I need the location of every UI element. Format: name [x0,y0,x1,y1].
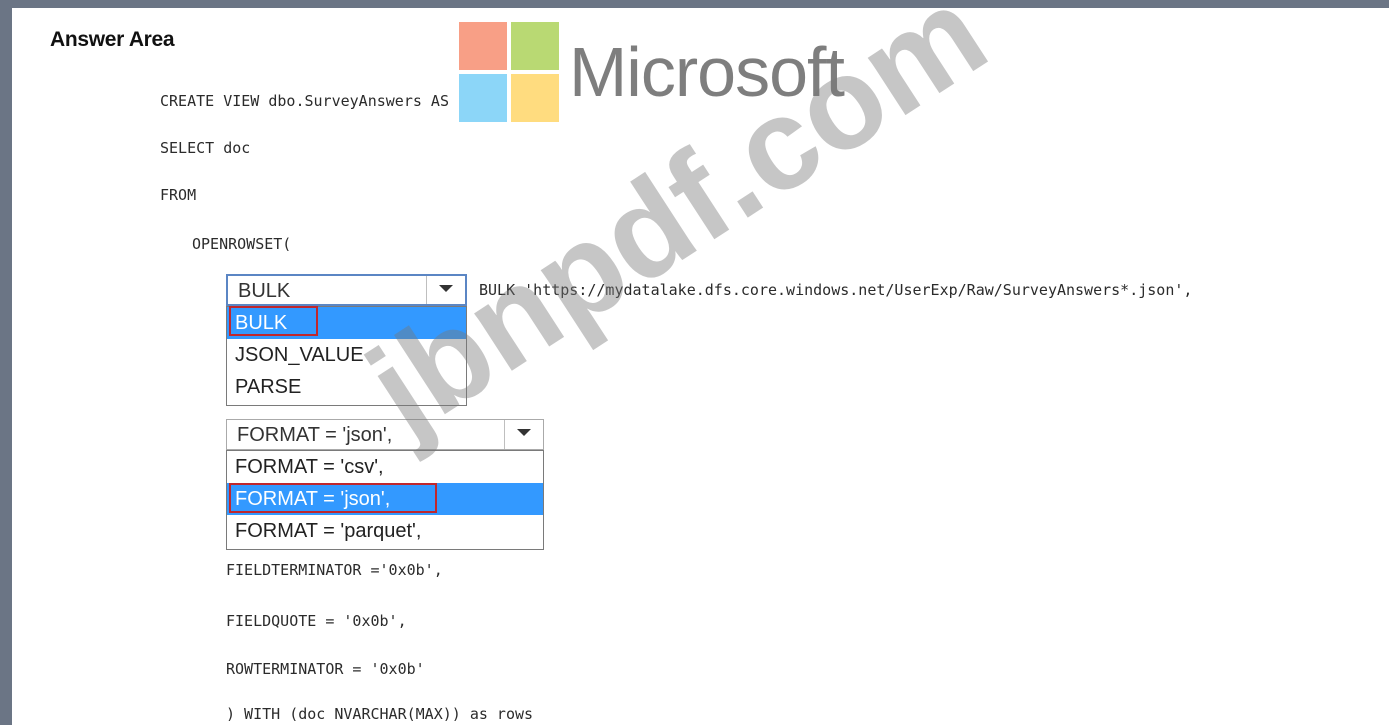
bulk-option-parse[interactable]: PARSE [227,371,466,403]
microsoft-logo-icon [459,22,559,122]
chevron-down-icon[interactable] [504,420,543,449]
answer-area-frame: Answer Area CREATE VIEW dbo.SurveyAnswer… [0,0,1389,725]
format-dropdown[interactable]: FORMAT = 'json', [226,419,544,450]
microsoft-wordmark: Microsoft [569,33,845,111]
code-line-with: ) WITH (doc NVARCHAR(MAX)) as rows [226,705,534,723]
format-option-csv[interactable]: FORMAT = 'csv', [227,451,543,483]
bulk-dropdown[interactable]: BULK [226,274,467,306]
code-line-bulk-path: BULK 'https://mydatalake.dfs.core.window… [479,281,1193,299]
logo-square-yellow [511,74,559,122]
logo-square-green [511,22,559,70]
code-line-rowterminator: ROWTERMINATOR = '0x0b' [226,660,425,678]
format-dropdown-value: FORMAT = 'json', [237,424,393,446]
bulk-option-json-value[interactable]: JSON_VALUE [227,339,466,371]
code-line-create-view: CREATE VIEW dbo.SurveyAnswers AS [160,92,449,110]
logo-square-blue [459,74,507,122]
code-line-from: FROM [160,186,197,204]
format-option-parquet[interactable]: FORMAT = 'parquet', [227,515,543,547]
bulk-dropdown-value: BULK [238,280,291,302]
chevron-down-icon[interactable] [426,276,465,304]
code-line-openrowset: OPENROWSET( [192,235,292,253]
answer-area-title: Answer Area [50,28,175,51]
answer-highlight-bulk [229,306,318,336]
code-line-fieldterminator: FIELDTERMINATOR ='0x0b', [226,561,443,579]
code-line-select: SELECT doc [160,139,251,157]
answer-highlight-json [229,483,437,513]
logo-square-red [459,22,507,70]
code-line-fieldquote: FIELDQUOTE = '0x0b', [226,612,407,630]
